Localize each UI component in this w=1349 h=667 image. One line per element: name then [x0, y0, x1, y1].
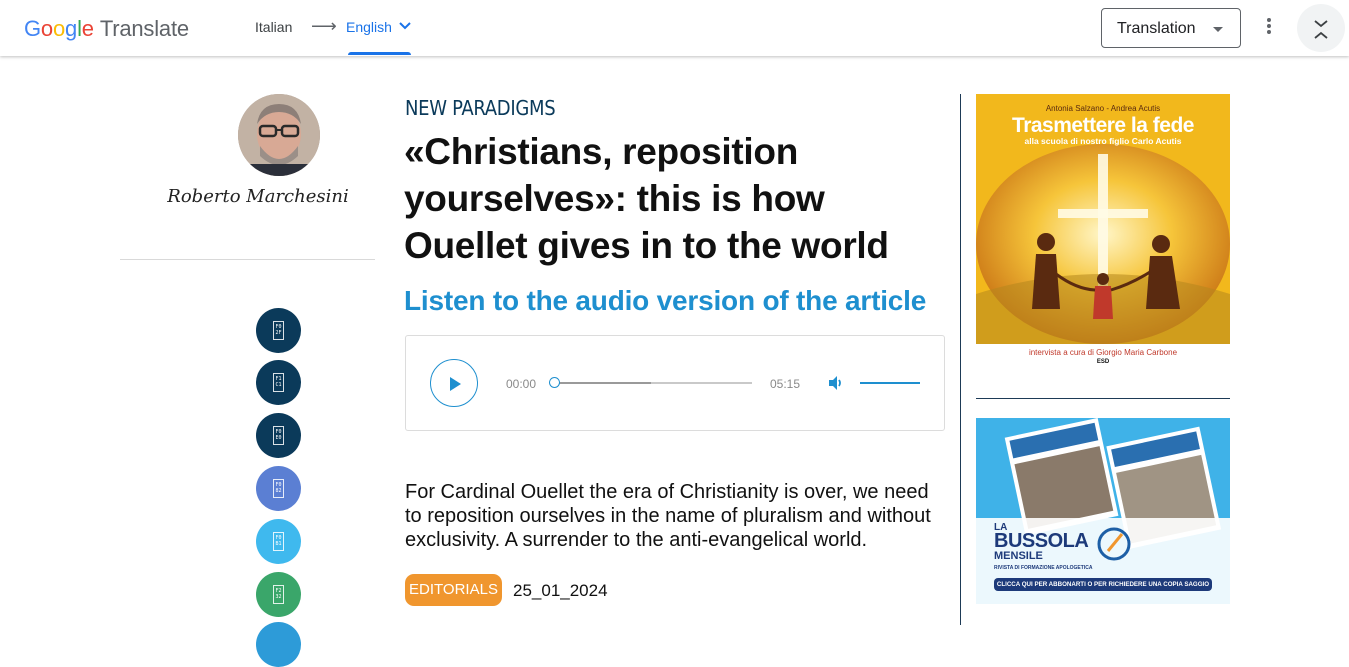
google-translate-logo[interactable]: Google Translate: [24, 16, 189, 42]
play-button[interactable]: [430, 359, 478, 407]
whatsapp-share-button[interactable]: F2 32: [256, 572, 301, 617]
chevron-down-icon[interactable]: [398, 21, 412, 31]
category-tag[interactable]: EDITORIALS: [405, 574, 502, 606]
publisher-logo: ESD: [1096, 359, 1110, 365]
more-options-button[interactable]: [1257, 16, 1281, 40]
current-time: 00:00: [506, 377, 537, 391]
divider: [120, 259, 375, 260]
book-advertisement[interactable]: Antonia Salzano - Andrea Acutis Trasmett…: [976, 94, 1230, 374]
logo-letter: o: [52, 16, 66, 41]
buffered-bar: [554, 382, 651, 384]
facebook-icon: F0 2F: [273, 321, 284, 340]
article-kicker[interactable]: NEW PARADIGMS: [405, 96, 556, 120]
progress-track[interactable]: [554, 382, 752, 384]
magazine-name-sub: MENSILE: [994, 550, 1043, 562]
logo-letter: g: [65, 16, 78, 41]
more-share-button[interactable]: [256, 622, 301, 667]
logo-product-name: Translate: [99, 16, 189, 41]
book-title: Trasmettere la fede: [1012, 114, 1194, 137]
collapse-chevrons-icon: [1314, 20, 1328, 39]
book-authors: Antonia Salzano - Andrea Acutis: [1045, 104, 1161, 113]
dot: [1267, 24, 1271, 28]
caret-down-icon: [1213, 27, 1223, 32]
mode-select-value: Translation: [1117, 20, 1196, 37]
volume-slider[interactable]: [860, 382, 920, 384]
twitter-share-button[interactable]: F1 C1: [256, 360, 301, 405]
audio-player: 00:00 05:15: [405, 335, 945, 431]
article-summary: For Cardinal Ouellet the era of Christia…: [405, 481, 931, 551]
arrow-right-icon: ⟶: [311, 16, 337, 36]
listen-audio-heading: Listen to the audio version of the artic…: [404, 285, 927, 316]
article-headline: «Christians, reposition yourselves»: thi…: [404, 131, 889, 266]
magazine-artwork: [976, 418, 1230, 604]
email-icon: F0 E0: [273, 426, 284, 445]
logo-letter: e: [81, 16, 94, 41]
column-divider: [960, 94, 961, 625]
collapse-toolbar-button[interactable]: [1297, 4, 1345, 52]
linkedin-share-button[interactable]: F0 82: [256, 466, 301, 511]
magazine-advertisement[interactable]: LA BUSSOLA MENSILE RIVISTA DI FORMAZIONE…: [976, 418, 1230, 604]
email-share-button[interactable]: F0 E0: [256, 413, 301, 458]
book-interview: intervista a cura di Giorgio Maria Carbo…: [1028, 348, 1178, 357]
facebook-share-button[interactable]: F0 2F: [256, 308, 301, 353]
dot: [1267, 30, 1271, 34]
twitter-icon: F1 C1: [273, 373, 284, 392]
linkedin-icon: F0 82: [273, 479, 284, 498]
mode-select[interactable]: Translation: [1101, 8, 1241, 48]
author-name[interactable]: Roberto Marchesini: [98, 186, 418, 207]
author-portrait: [238, 94, 320, 176]
telegram-share-button[interactable]: F0 B1: [256, 519, 301, 564]
book-subtitle: alla scuola di nostro figlio Carlo Acuti…: [1024, 136, 1182, 146]
duration: 05:15: [770, 377, 801, 391]
target-language[interactable]: English: [346, 19, 392, 35]
translate-toolbar: Google Translate Italian ⟶ English Transl…: [0, 0, 1349, 56]
whatsapp-icon: F2 32: [273, 585, 284, 604]
author-avatar[interactable]: [238, 94, 320, 176]
dot: [1267, 18, 1271, 22]
telegram-icon: F0 B1: [273, 532, 284, 551]
source-language[interactable]: Italian: [255, 19, 292, 35]
volume-icon[interactable]: [826, 373, 846, 393]
logo-letter: G: [24, 16, 41, 41]
publish-date: 25_01_2024: [513, 581, 608, 600]
magazine-cta[interactable]: CLICCA QUI PER ABBONARTI O PER RICHIEDER…: [994, 581, 1212, 588]
logo-letter: o: [40, 16, 53, 41]
ad-divider: [976, 398, 1230, 399]
progress-thumb[interactable]: [549, 377, 560, 388]
play-icon: [450, 377, 461, 391]
magazine-tagline: RIVISTA DI FORMAZIONE APOLOGETICA: [994, 565, 1093, 571]
active-tab-indicator: [348, 52, 411, 55]
